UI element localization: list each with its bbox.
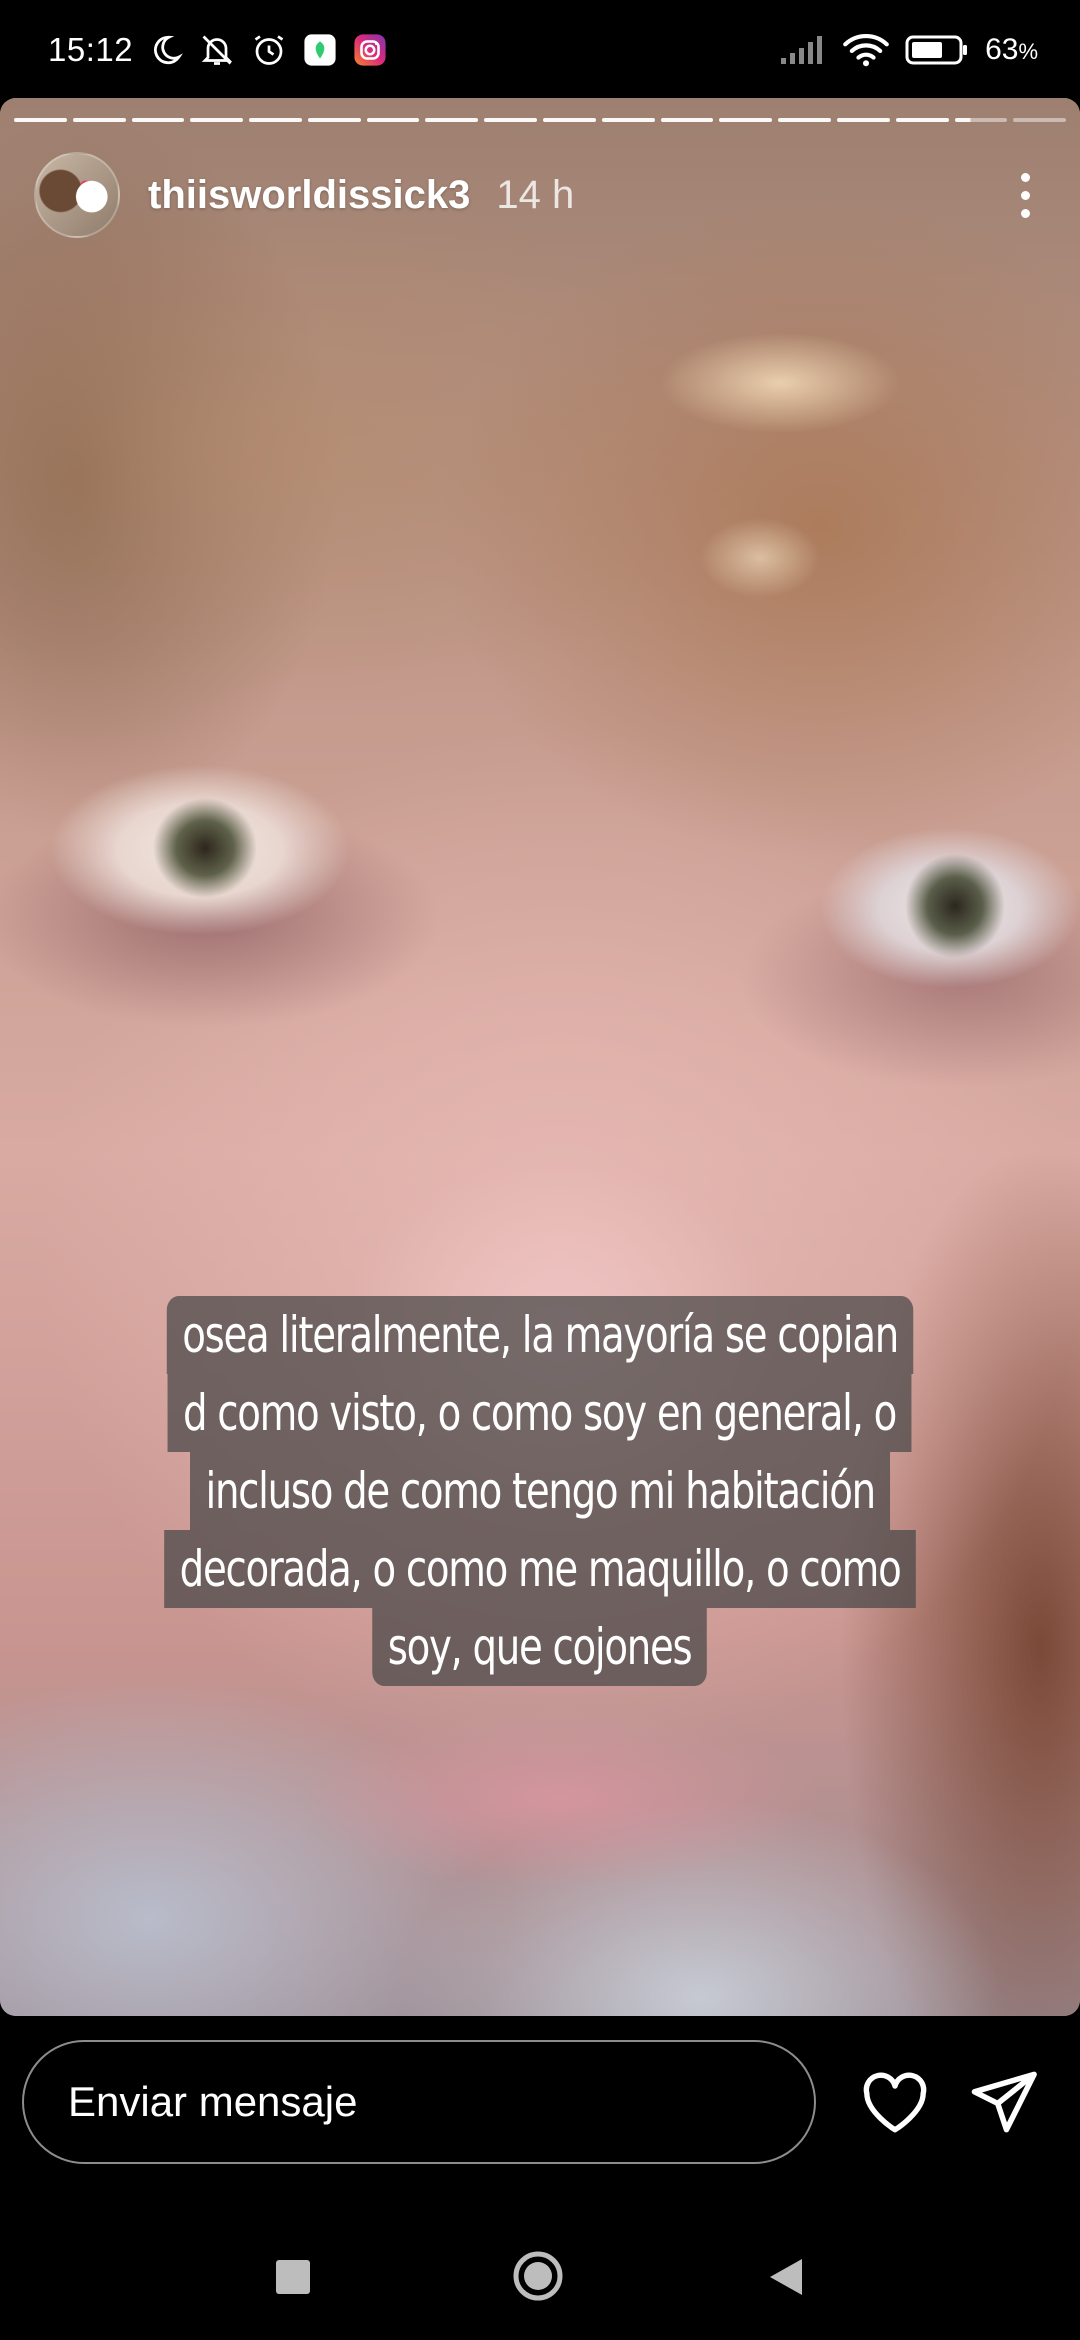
story-content[interactable]: thiisworldissick3 14 h osea literalmente…: [0, 98, 1080, 2016]
battery-icon: [905, 34, 969, 66]
share-button[interactable]: [970, 2070, 1040, 2134]
home-circle-icon: [513, 2251, 563, 2301]
status-left: 15:12: [48, 31, 387, 69]
story-progress-bar: [14, 118, 1067, 122]
progress-segment: [660, 118, 714, 122]
heart-icon: [863, 2072, 927, 2133]
more-dot-icon: [1020, 208, 1030, 218]
app-notification-icon: [303, 33, 337, 67]
reply-bar: Enviar mensaje: [0, 2016, 1080, 2216]
send-icon: [971, 2071, 1037, 2133]
system-nav-bar: [0, 2216, 1080, 2340]
more-options-button[interactable]: [1000, 155, 1050, 235]
back-button[interactable]: [766, 2256, 806, 2298]
caption-line: osea literalmente, la mayoría se copian: [166, 1296, 914, 1374]
progress-segment: [484, 118, 538, 122]
story-screen: 15:12 63% thiisworldissick3 14 h osea li…: [0, 0, 1080, 2340]
more-dot-icon: [1020, 172, 1030, 182]
progress-segment: [543, 118, 596, 122]
alarm-icon: [251, 32, 287, 68]
like-button[interactable]: [860, 2072, 930, 2134]
progress-segment: [778, 118, 831, 122]
wifi-icon: [843, 33, 889, 67]
caption-line: d como visto, o como soy en general, o: [168, 1374, 912, 1452]
progress-segment: [836, 118, 890, 122]
battery-percent: 63%: [985, 33, 1038, 67]
caption-line: incluso de como tengo mi habitación: [189, 1452, 891, 1530]
send-message-placeholder: Enviar mensaje: [68, 2078, 358, 2125]
recent-apps-button[interactable]: [276, 2260, 310, 2294]
moon-icon: [149, 33, 184, 67]
home-button[interactable]: [512, 2250, 564, 2302]
progress-segment: [895, 118, 949, 122]
progress-segment: [954, 118, 1008, 122]
progress-segment: [72, 118, 126, 122]
status-right: 63%: [779, 33, 1038, 67]
caption-line: decorada, o como me maquillo, o como: [164, 1530, 916, 1608]
story-header: thiisworldissick3 14 h: [34, 150, 1050, 240]
back-triangle-icon: [770, 2259, 802, 2295]
progress-segment: [190, 118, 244, 122]
progress-segment: [249, 118, 302, 122]
progress-segment: [1013, 118, 1067, 122]
progress-segment: [601, 118, 655, 122]
avatar[interactable]: [34, 152, 120, 238]
progress-segment: [131, 118, 185, 122]
instagram-icon: [353, 33, 387, 67]
progress-segment: [719, 118, 773, 122]
signal-icon: [779, 34, 827, 66]
progress-segment: [366, 118, 420, 122]
progress-segment: [14, 118, 67, 122]
send-message-input[interactable]: Enviar mensaje: [22, 2040, 816, 2164]
more-dot-icon: [1020, 190, 1030, 200]
caption-line: soy, que cojones: [372, 1608, 708, 1686]
notifications-off-icon: [199, 32, 235, 68]
story-photo: [0, 98, 1080, 2016]
progress-segment: [307, 118, 361, 122]
battery-unit: %: [1018, 39, 1038, 64]
progress-segment: [425, 118, 479, 122]
story-caption: osea literalmente, la mayoría se copian …: [0, 1296, 1080, 1686]
status-bar: 15:12 63%: [0, 0, 1080, 100]
story-timestamp: 14 h: [496, 172, 575, 217]
username[interactable]: thiisworldissick3: [148, 173, 470, 218]
battery-value: 63: [985, 33, 1019, 66]
status-time: 15:12: [48, 31, 134, 68]
